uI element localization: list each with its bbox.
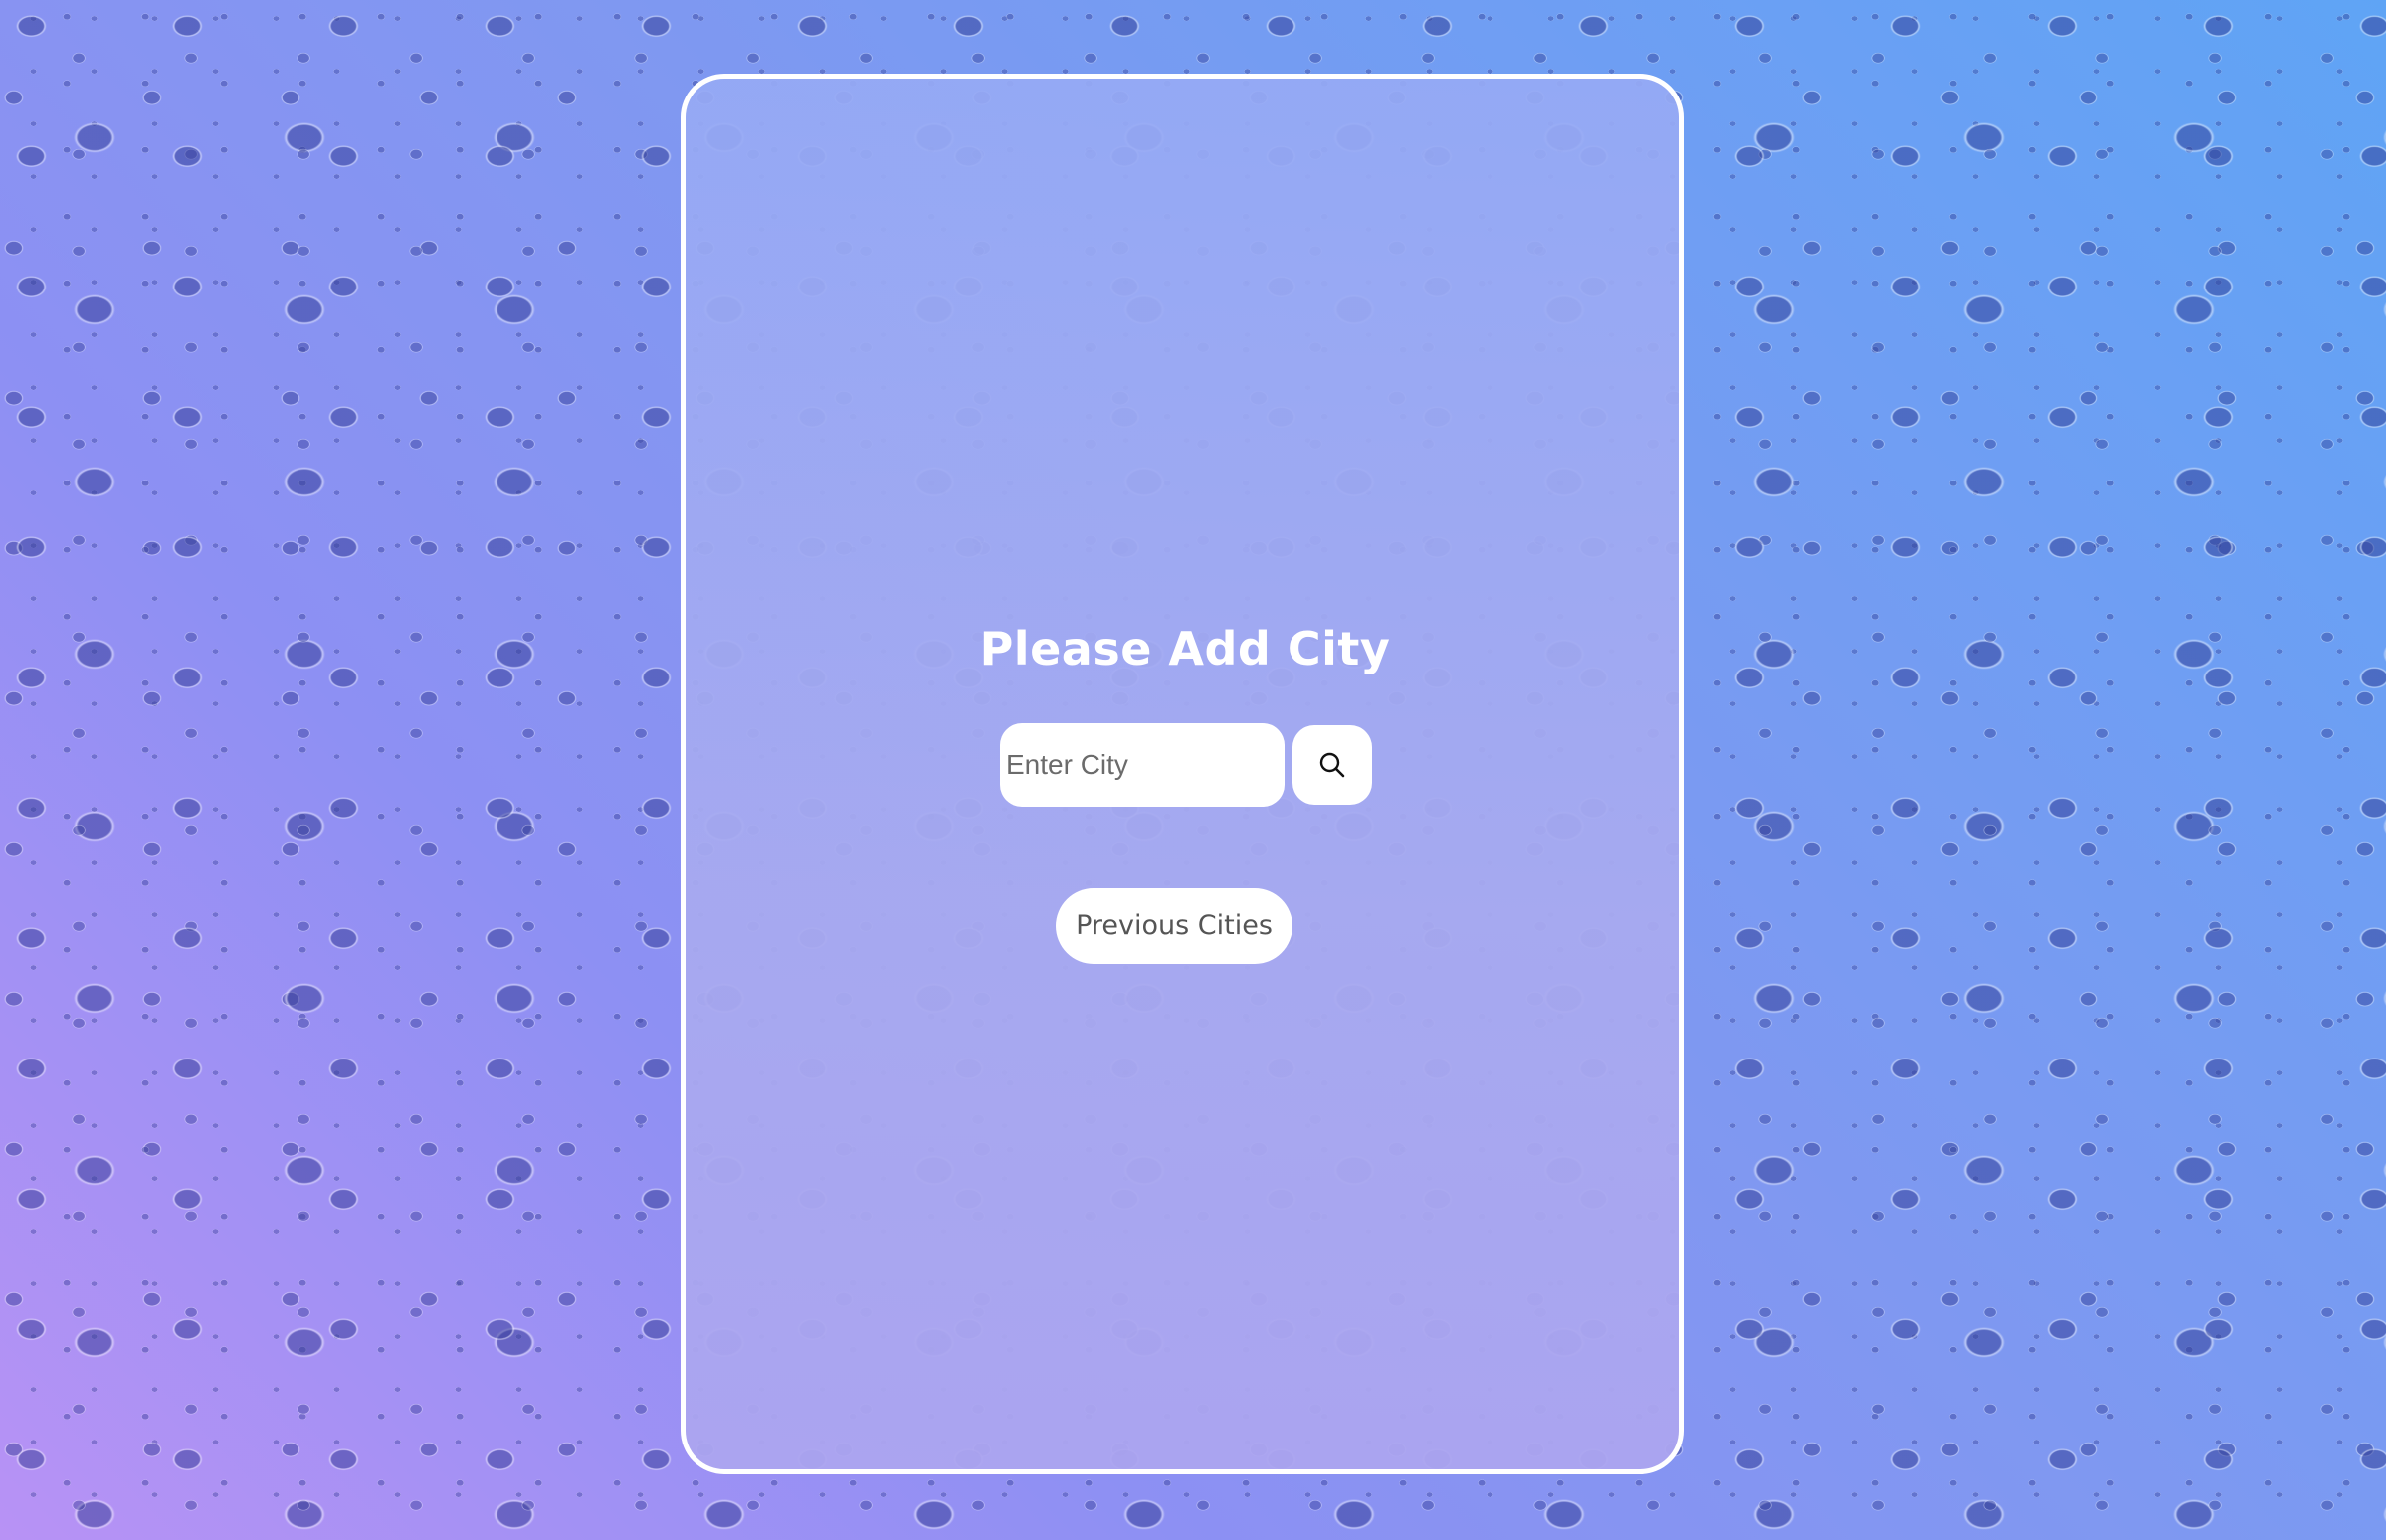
search-row: [1000, 722, 1372, 807]
search-button[interactable]: [1292, 724, 1372, 805]
city-search-input[interactable]: [1000, 722, 1285, 807]
card-content: Please Add City Previous Cities: [686, 620, 1679, 964]
search-icon: [1319, 752, 1345, 778]
page-title: Please Add City: [979, 622, 1391, 675]
weather-card: Please Add City Previous Cities: [681, 74, 1684, 1474]
previous-cities-button[interactable]: Previous Cities: [1056, 887, 1292, 964]
